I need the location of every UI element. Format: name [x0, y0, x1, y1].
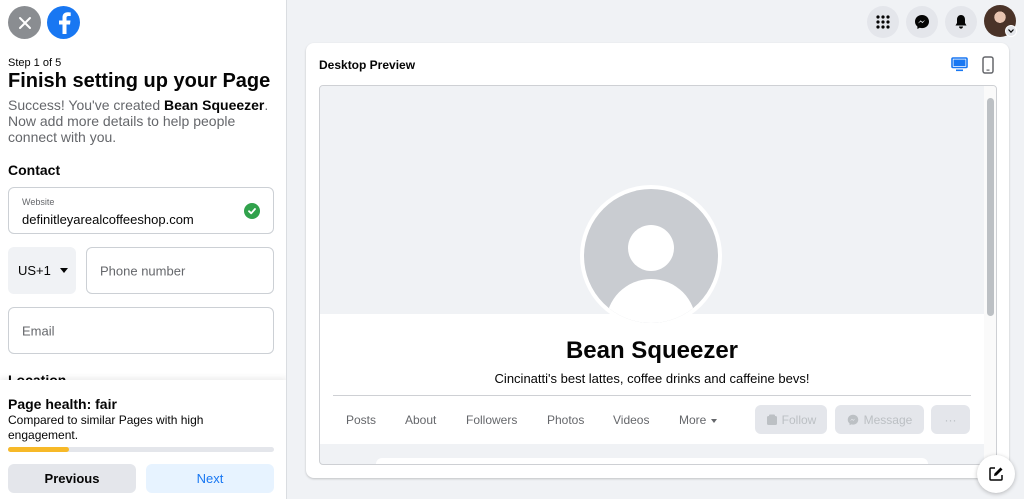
- page-title: Finish setting up your Page: [8, 70, 271, 92]
- follow-icon: [766, 414, 777, 425]
- content-card: [376, 458, 928, 464]
- profile-picture: [580, 185, 722, 327]
- preview-page-name: Bean Squeezer: [565, 337, 739, 364]
- person-placeholder-icon: [628, 225, 674, 271]
- preview-heading: Desktop Preview: [319, 58, 416, 72]
- message-label: Message: [863, 412, 913, 427]
- close-icon: [18, 16, 31, 29]
- desktop-preview-card: Desktop Preview Bean Squeezer Cincinatti…: [306, 43, 1009, 478]
- tab-videos[interactable]: Videos: [613, 413, 649, 427]
- messenger-button[interactable]: [906, 6, 938, 38]
- notifications-button[interactable]: [945, 6, 977, 38]
- messenger-icon: [915, 15, 929, 29]
- tab-photos[interactable]: Photos: [547, 413, 584, 427]
- facebook-f-icon: [58, 11, 71, 34]
- step-indicator: Step 1 of 5: [8, 57, 62, 69]
- chevron-down-icon: [59, 268, 68, 273]
- setup-panel: Step 1 of 5 Finish setting up your Page …: [0, 0, 287, 499]
- page-preview-frame: Bean Squeezer Cincinatti's best lattes, …: [319, 85, 997, 465]
- follow-label: Follow: [781, 412, 817, 427]
- follow-button[interactable]: Follow: [755, 405, 827, 434]
- phone-input[interactable]: Phone number: [86, 247, 274, 294]
- mobile-view-toggle[interactable]: [982, 56, 994, 79]
- website-field[interactable]: Website definitleyarealcoffeeshop.com: [8, 187, 274, 234]
- page-health-footer: Page health: fair Compared to similar Pa…: [0, 380, 286, 499]
- caret-down-icon: [711, 418, 718, 423]
- apps-grid-icon: [876, 15, 890, 29]
- phone-placeholder: Phone number: [100, 263, 186, 278]
- message-button[interactable]: Message: [835, 405, 924, 434]
- website-value: definitleyarealcoffeeshop.com: [22, 212, 194, 227]
- tab-posts[interactable]: Posts: [346, 413, 376, 427]
- valid-check-icon: [244, 203, 260, 219]
- tab-about[interactable]: About: [405, 413, 436, 427]
- health-progress-bar: [8, 447, 274, 452]
- previous-button[interactable]: Previous: [8, 464, 136, 493]
- close-button[interactable]: [8, 6, 41, 39]
- country-code-select[interactable]: US+1: [8, 247, 76, 294]
- health-description: Compared to similar Pages with high enga…: [8, 413, 204, 442]
- desktop-view-toggle[interactable]: [951, 57, 968, 77]
- setup-description: Success! You've created Bean Squeezer. N…: [8, 97, 269, 145]
- facebook-logo[interactable]: [47, 6, 80, 39]
- health-progress-fill: [8, 447, 70, 452]
- tab-followers[interactable]: Followers: [466, 413, 517, 427]
- tab-more-label: More: [679, 413, 707, 427]
- email-input[interactable]: Email: [8, 307, 274, 354]
- mobile-icon: [982, 56, 994, 74]
- apps-menu-button[interactable]: [867, 6, 899, 38]
- chevron-down-icon: [1008, 29, 1014, 33]
- divider: [333, 395, 971, 396]
- account-menu-button[interactable]: [1005, 25, 1017, 37]
- more-actions-button[interactable]: ···: [931, 405, 970, 434]
- country-code-value: US+1: [18, 263, 51, 278]
- messenger-icon: [847, 414, 858, 425]
- tab-more[interactable]: More: [679, 413, 718, 427]
- contact-heading: Contact: [8, 162, 61, 178]
- website-label: Website: [22, 197, 55, 207]
- bell-icon: [955, 15, 967, 29]
- edit-icon: [989, 467, 1003, 481]
- compose-button[interactable]: [977, 455, 1015, 493]
- scrollbar-thumb[interactable]: [987, 98, 994, 316]
- email-placeholder: Email: [22, 323, 55, 338]
- desktop-icon: [951, 57, 968, 72]
- next-button[interactable]: Next: [146, 464, 274, 493]
- preview-tagline: Cincinatti's best lattes, coffee drinks …: [494, 371, 810, 386]
- health-title: Page health: fair: [8, 396, 117, 412]
